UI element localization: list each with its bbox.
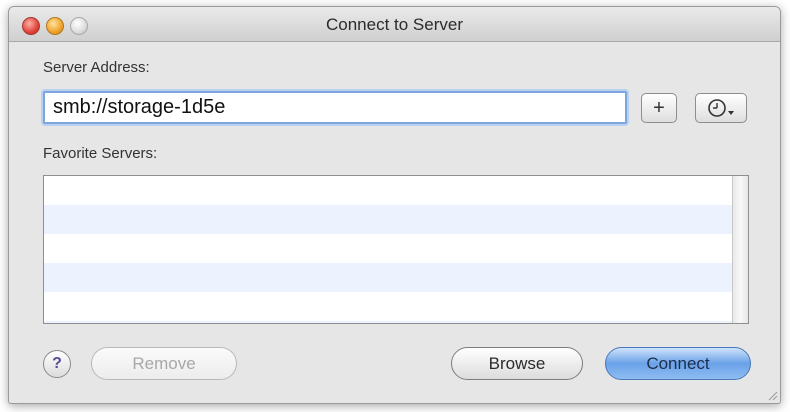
question-icon: ? <box>52 355 62 372</box>
remove-button[interactable]: Remove <box>91 347 237 380</box>
list-item <box>44 263 748 292</box>
vertical-scrollbar[interactable] <box>732 176 748 323</box>
browse-button[interactable]: Browse <box>451 347 583 380</box>
list-item <box>44 234 748 263</box>
title-bar: Connect to Server <box>9 7 780 42</box>
list-item <box>44 321 748 323</box>
favorite-servers-list[interactable] <box>43 175 749 324</box>
connect-to-server-window: Connect to Server Server Address: + Favo… <box>8 6 781 404</box>
favorite-servers-label: Favorite Servers: <box>43 145 158 162</box>
connect-button[interactable]: Connect <box>605 347 751 380</box>
clock-dropdown-icon <box>708 99 734 117</box>
add-to-favorites-button[interactable]: + <box>641 93 677 123</box>
list-item <box>44 292 748 321</box>
recent-servers-button[interactable] <box>695 93 747 123</box>
server-address-input[interactable] <box>43 91 627 124</box>
list-item <box>44 205 748 234</box>
resize-grip-icon[interactable] <box>766 389 778 401</box>
list-item <box>44 176 748 205</box>
plus-icon: + <box>653 96 665 119</box>
help-button[interactable]: ? <box>43 350 71 378</box>
server-address-label: Server Address: <box>43 59 150 76</box>
window-title: Connect to Server <box>325 15 463 34</box>
